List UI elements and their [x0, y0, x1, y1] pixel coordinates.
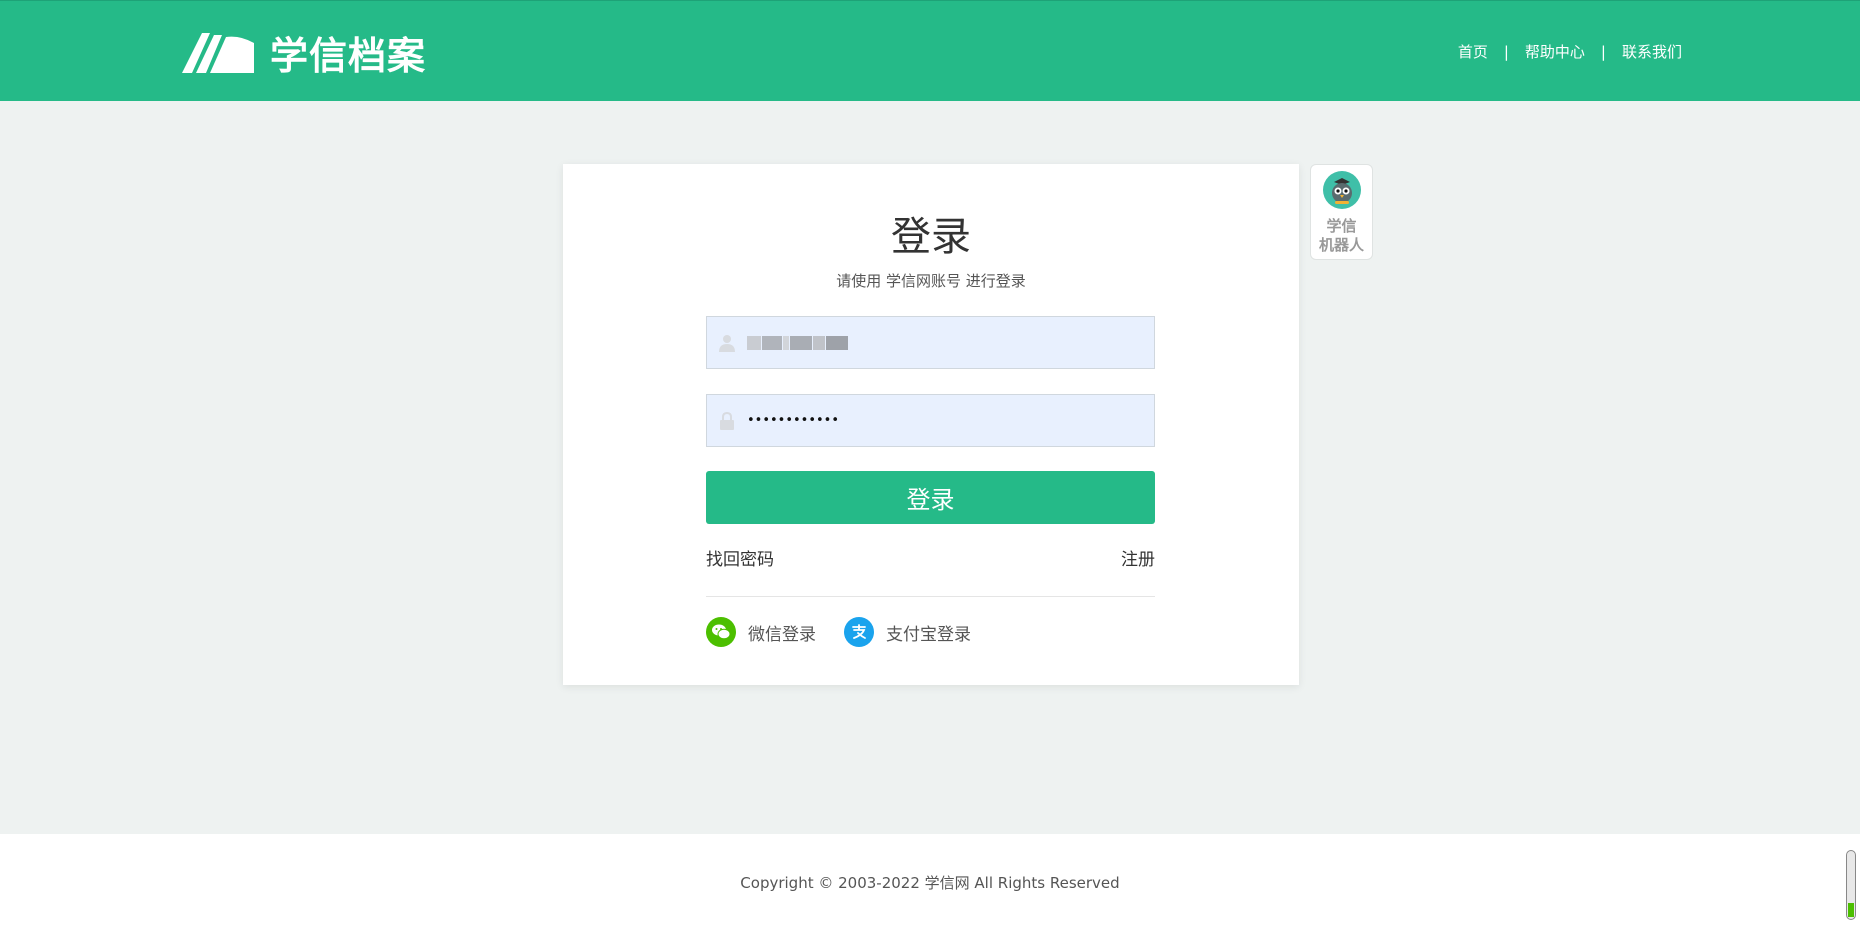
- robot-label-line1: 学信: [1326, 217, 1357, 235]
- copyright-text: Copyright © 2003-2022 学信网 All Rights Res…: [740, 874, 1120, 892]
- logo-text: 学信档案: [270, 33, 427, 78]
- login-button[interactable]: 登录: [706, 471, 1155, 524]
- nav-home[interactable]: 首页: [1458, 41, 1488, 62]
- user-icon: [707, 334, 747, 352]
- scroll-indicator-fill: [1848, 903, 1854, 917]
- password-field[interactable]: [706, 394, 1155, 447]
- username-field[interactable]: [706, 316, 1155, 369]
- robot-owl-icon: [1322, 171, 1361, 209]
- scroll-indicator[interactable]: [1846, 850, 1856, 920]
- alipay-login-button[interactable]: 支付宝登录: [844, 617, 971, 647]
- username-input[interactable]: [848, 317, 1048, 368]
- third-party-login: 微信登录 支付宝登录: [706, 617, 999, 647]
- wechat-login-button[interactable]: 微信登录: [706, 617, 816, 647]
- wechat-icon: [706, 617, 736, 647]
- alipay-icon: [844, 617, 874, 647]
- page-footer: Copyright © 2003-2022 学信网 All Rights Res…: [0, 834, 1860, 932]
- auxiliary-links: 找回密码 注册: [706, 545, 1155, 570]
- robot-label: 学信 机器人: [1319, 217, 1364, 255]
- robot-label-line2: 机器人: [1318, 236, 1364, 254]
- top-nav: 首页 | 帮助中心 | 联系我们: [1458, 41, 1682, 62]
- alipay-login-label: 支付宝登录: [886, 624, 971, 645]
- logo-book-icon: [182, 33, 254, 73]
- site-logo[interactable]: 学信档案: [180, 27, 427, 78]
- login-subtitle: 请使用 学信网账号 进行登录: [836, 272, 1026, 290]
- top-header: 学信档案 首页 | 帮助中心 | 联系我们: [0, 0, 1860, 101]
- nav-separator: |: [1503, 42, 1509, 61]
- wechat-login-label: 微信登录: [748, 624, 816, 645]
- divider: [706, 596, 1155, 597]
- password-input[interactable]: [747, 395, 1127, 446]
- forgot-password-link[interactable]: 找回密码: [706, 545, 774, 570]
- nav-help-center[interactable]: 帮助中心: [1525, 41, 1585, 62]
- lock-icon: [707, 411, 747, 430]
- login-title: 登录: [891, 214, 971, 260]
- robot-assistant-widget[interactable]: 学信 机器人: [1310, 164, 1373, 260]
- username-redacted-value: [747, 335, 848, 350]
- register-link[interactable]: 注册: [1121, 545, 1155, 570]
- nav-separator: |: [1600, 42, 1606, 61]
- nav-contact-us[interactable]: 联系我们: [1622, 41, 1682, 62]
- login-card: 登录 请使用 学信网账号 进行登录 登录 找回密码: [563, 164, 1299, 685]
